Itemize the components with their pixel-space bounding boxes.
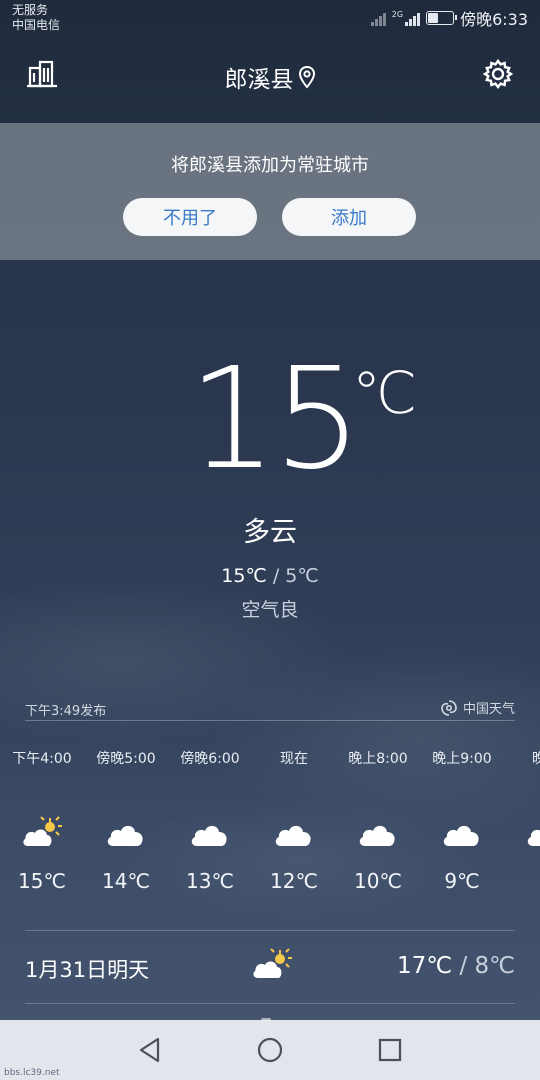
cloudy-icon xyxy=(359,825,395,846)
city-name: 郎溪县 xyxy=(224,67,294,93)
tomorrow-range: 17℃ / 8℃ xyxy=(397,953,515,979)
recents-button[interactable] xyxy=(375,1035,405,1065)
cloudy-icon xyxy=(443,825,479,846)
cloudy-icon xyxy=(191,825,227,846)
current-temp-value: 15 xyxy=(188,338,362,501)
banner-message: 将郎溪县添加为常驻城市 xyxy=(171,155,369,176)
hourly-item: 傍晚6:00 13℃ xyxy=(168,740,252,893)
today-high: 15℃ xyxy=(221,565,267,587)
decline-button[interactable]: 不用了 xyxy=(123,198,257,236)
hourly-item: 晚上 9 xyxy=(504,740,540,893)
current-condition: 多云 xyxy=(243,517,297,548)
tomorrow-low: 8℃ xyxy=(474,953,515,979)
hourly-temp: 15℃ xyxy=(18,869,66,893)
recents-square-icon xyxy=(378,1038,402,1062)
tomorrow-row[interactable]: 1月31日明天 17℃ / 8℃ xyxy=(25,948,515,988)
hourly-time: 晚上9:00 xyxy=(432,751,492,767)
city-title[interactable]: 郎溪县 xyxy=(0,60,540,94)
air-quality[interactable]: 空气良 xyxy=(0,595,540,622)
app-header: 郎溪县 xyxy=(0,50,540,100)
today-low: 5℃ xyxy=(285,565,319,587)
divider xyxy=(25,1003,515,1004)
hourly-time: 傍晚6:00 xyxy=(180,751,240,767)
cloudy-icon xyxy=(527,829,540,846)
data-source-name: 中国天气 xyxy=(462,702,515,717)
hourly-temp: 12℃ xyxy=(270,869,318,893)
hourly-item-now: 现在 12℃ xyxy=(252,740,336,893)
network-tag: 2G xyxy=(391,10,404,19)
watermark: bbs.lc39.net xyxy=(4,1068,60,1078)
current-temperature: 15 ℃ xyxy=(0,345,540,495)
hourly-temp: 9℃ xyxy=(444,869,480,893)
settings-button[interactable] xyxy=(478,54,518,94)
cloudy-icon xyxy=(275,825,311,846)
hourly-time: 下午4:00 xyxy=(12,751,72,767)
current-temp-unit: ℃ xyxy=(352,359,418,427)
tomorrow-high: 17℃ xyxy=(397,953,453,979)
hourly-item: 傍晚5:00 14℃ xyxy=(84,740,168,893)
battery-fill xyxy=(428,13,439,23)
system-nav-bar: bbs.lc39.net xyxy=(0,1020,540,1080)
publish-row: 下午3:49发布 中国天气 xyxy=(25,697,515,721)
data-source: 中国天气 xyxy=(440,698,515,717)
hourly-temp: 10℃ xyxy=(354,869,402,893)
divider xyxy=(25,930,515,931)
home-button[interactable] xyxy=(255,1035,285,1065)
weather-source-logo-icon xyxy=(441,699,457,716)
add-city-button[interactable]: 添加 xyxy=(282,198,416,236)
partly-cloudy-day-icon xyxy=(253,948,292,978)
hourly-time: 晚上 xyxy=(532,751,540,767)
back-button[interactable] xyxy=(135,1035,165,1065)
hourly-forecast[interactable]: 下午4:00 15℃ 傍晚5:00 14℃ 傍晚6:00 13℃ 现在 12℃ … xyxy=(0,740,540,920)
location-pin-icon xyxy=(298,65,315,89)
range-separator: / xyxy=(272,565,280,587)
signal-x-icon xyxy=(370,10,386,26)
carrier-info: 无服务 中国电信 xyxy=(12,3,60,33)
back-triangle-icon xyxy=(139,1037,160,1063)
hourly-time: 晚上8:00 xyxy=(348,751,408,767)
carrier-line-2: 中国电信 xyxy=(12,18,61,32)
range-separator: / xyxy=(459,953,468,979)
status-bar: 无服务 中国电信 2G 傍晚6:33 xyxy=(0,0,540,40)
settings-gear-icon xyxy=(482,59,514,89)
publish-time: 下午3:49发布 xyxy=(25,704,107,719)
hourly-temp: 9 xyxy=(504,869,540,893)
hourly-item: 晚上8:00 10℃ xyxy=(336,740,420,893)
hourly-temp: 13℃ xyxy=(186,869,234,893)
hourly-time: 傍晚5:00 xyxy=(96,751,156,767)
hourly-time: 现在 xyxy=(280,751,308,767)
tomorrow-label: 1月31日明天 xyxy=(25,958,150,982)
hourly-temp: 14℃ xyxy=(102,869,150,893)
hourly-item: 下午4:00 15℃ xyxy=(0,740,84,893)
status-clock: 傍晚6:33 xyxy=(460,10,528,29)
today-range: 15℃ / 5℃ xyxy=(0,565,540,587)
hourly-item: 晚上9:00 9℃ xyxy=(420,740,504,893)
cloudy-icon xyxy=(107,825,143,846)
carrier-line-1: 无服务 xyxy=(12,3,49,17)
partly-cloudy-day-icon xyxy=(23,816,62,846)
home-circle-icon xyxy=(257,1037,283,1063)
add-city-banner: 将郎溪县添加为常驻城市 不用了 添加 xyxy=(0,123,540,260)
battery-icon xyxy=(426,11,458,25)
signal-2g-icon: 2G xyxy=(391,10,421,26)
